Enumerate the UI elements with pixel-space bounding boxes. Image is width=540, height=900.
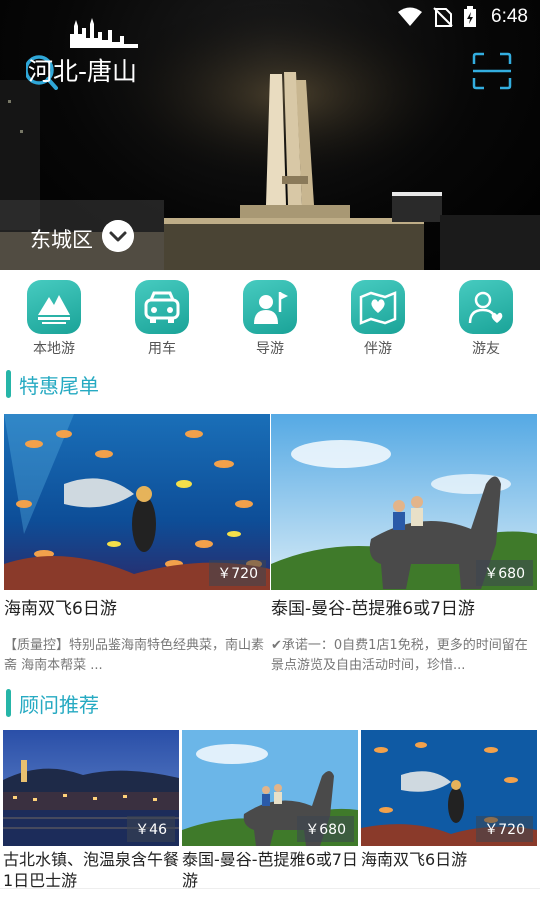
section-header-deals: 特惠尾单 — [6, 369, 99, 399]
category-companion[interactable]: 伴游 — [350, 280, 406, 358]
map-heart-icon — [351, 280, 405, 334]
recommend-image-underwater: ￥720 — [361, 730, 537, 846]
price-tag: ￥720 — [476, 816, 533, 842]
scan-qr-button[interactable] — [472, 52, 512, 90]
clock: 6:48 — [491, 6, 528, 27]
category-label: 游友 — [472, 341, 500, 357]
deal-image-elephant: ￥680 — [271, 414, 537, 590]
app-screen: 6:48 河北-唐山 东城区 本地游 用车 导游 伴游 游友 特惠尾单 ￥720… — [0, 0, 540, 900]
section-title: 特惠尾单 — [19, 373, 99, 398]
no-sim-icon — [433, 7, 453, 27]
price-tag: ￥680 — [476, 560, 533, 586]
deal-title[interactable]: 泰国-曼谷-芭提雅6或7日游 — [271, 594, 475, 619]
deal-image-underwater: ￥720 — [4, 414, 270, 590]
section-header-recommend: 顾问推荐 — [6, 688, 99, 718]
category-local-tour[interactable]: 本地游 — [26, 280, 82, 358]
mountain-icon — [27, 280, 81, 334]
recommend-image-water-town: ￥46 — [3, 730, 179, 846]
section-title: 顾问推荐 — [19, 692, 99, 717]
recommend-image-elephant: ￥680 — [182, 730, 358, 846]
category-label: 导游 — [256, 341, 284, 357]
friend-heart-icon — [459, 280, 513, 334]
deal-title[interactable]: 海南双飞6日游 — [4, 594, 117, 619]
hero-banner: 6:48 河北-唐山 东城区 — [0, 0, 540, 270]
chevron-down-icon[interactable] — [102, 220, 134, 252]
wifi-icon — [398, 7, 423, 26]
recommend-title[interactable]: 海南双飞6日游 — [361, 849, 537, 870]
guide-flag-icon — [243, 280, 297, 334]
price-tag: ￥680 — [297, 816, 354, 842]
category-label: 本地游 — [33, 341, 75, 357]
recommend-title[interactable]: 古北水镇、泡温泉含午餐1日巴士游 — [3, 849, 179, 891]
category-guide[interactable]: 导游 — [242, 280, 298, 358]
category-label: 伴游 — [364, 341, 392, 357]
category-car[interactable]: 用车 — [134, 280, 190, 358]
bottom-navigation-bar[interactable] — [0, 888, 540, 900]
deal-description: ✔承诺一：0自费1店1免税，更多的时间留在景点游览及自由活动时间，珍惜... — [271, 638, 528, 673]
section-accent-bar — [6, 689, 11, 717]
recommend-title[interactable]: 泰国-曼谷-芭提雅6或7日游 — [182, 849, 358, 891]
category-label: 用车 — [148, 341, 176, 357]
price-tag: ￥46 — [127, 816, 175, 842]
price-tag: ￥720 — [209, 560, 266, 586]
battery-charging-icon — [464, 6, 477, 27]
city-title[interactable]: 河北-唐山 — [28, 52, 137, 88]
deal-description: 【质量控】特别品鉴海南特色经典菜，南山素斋 海南本帮菜 ... — [4, 638, 265, 673]
district-label[interactable]: 东城区 — [30, 224, 93, 254]
category-row: 本地游 用车 导游 伴游 游友 — [0, 280, 540, 360]
category-friends[interactable]: 游友 — [458, 280, 514, 358]
section-accent-bar — [6, 370, 11, 398]
car-icon — [135, 280, 189, 334]
